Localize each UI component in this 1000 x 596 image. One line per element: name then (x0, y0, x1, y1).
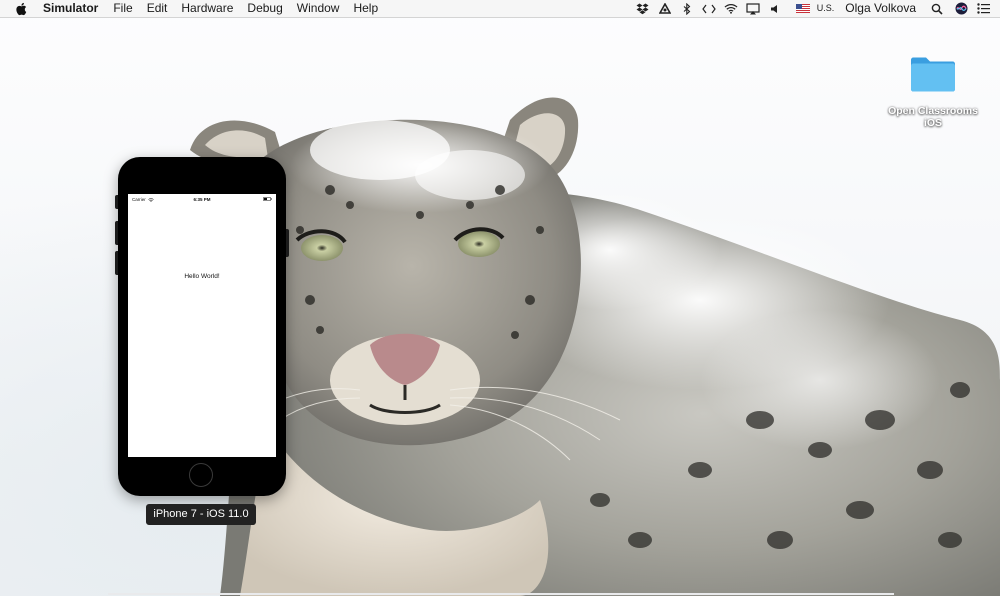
ios-status-bar: Carrier 6:35 PM (128, 194, 276, 204)
menu-file[interactable]: File (106, 0, 139, 17)
siri-icon[interactable] (954, 2, 968, 16)
desktop-folder-open-classrooms[interactable]: Open Classrooms iOS (884, 54, 982, 129)
sync-status-icon[interactable] (658, 2, 672, 16)
device-name-label: iPhone 7 - iOS 11.0 (146, 504, 256, 525)
bluetooth-icon[interactable] (680, 2, 694, 16)
ios-clock: 6:35 PM (193, 197, 211, 202)
volume-down-button[interactable] (115, 251, 118, 275)
menu-bar: Simulator File Edit Hardware Debug Windo… (0, 0, 1000, 18)
mute-switch[interactable] (115, 195, 118, 209)
menu-window[interactable]: Window (290, 0, 347, 17)
folder-label-line-2: iOS (923, 117, 943, 129)
apple-menu-icon[interactable] (15, 1, 29, 17)
menu-edit[interactable]: Edit (140, 0, 175, 17)
user-name[interactable]: Olga Volkova (845, 0, 916, 17)
menu-hardware[interactable]: Hardware (174, 0, 240, 17)
desktop: Simulator File Edit Hardware Debug Windo… (0, 0, 1000, 596)
volume-up-button[interactable] (115, 221, 118, 245)
power-button[interactable] (286, 229, 289, 257)
menu-help[interactable]: Help (346, 0, 385, 17)
spotlight-search-icon[interactable] (930, 2, 944, 16)
menu-app-simulator[interactable]: Simulator (43, 0, 105, 17)
menu-debug[interactable]: Debug (240, 0, 289, 17)
wifi-icon[interactable] (724, 2, 738, 16)
simulator-device-window[interactable]: Carrier 6:35 PM Hello World! (115, 157, 289, 496)
volume-icon[interactable] (768, 2, 782, 16)
dropbox-icon[interactable] (636, 2, 650, 16)
dock-edge (108, 593, 894, 595)
hello-world-label: Hello World! (184, 273, 220, 280)
battery-icon (263, 197, 272, 201)
device-screen[interactable]: Carrier 6:35 PM Hello World! (128, 194, 276, 457)
airplay-icon[interactable] (746, 2, 760, 16)
folder-label: Open Classrooms iOS (884, 105, 982, 129)
script-icon[interactable] (702, 2, 716, 16)
folder-label-line-1: Open Classrooms (888, 105, 978, 117)
folder-icon (911, 57, 955, 92)
home-button[interactable] (189, 463, 213, 487)
notification-center-icon[interactable] (976, 2, 990, 16)
us-flag-icon[interactable] (795, 2, 810, 16)
input-source-label[interactable]: U.S. (817, 0, 835, 17)
